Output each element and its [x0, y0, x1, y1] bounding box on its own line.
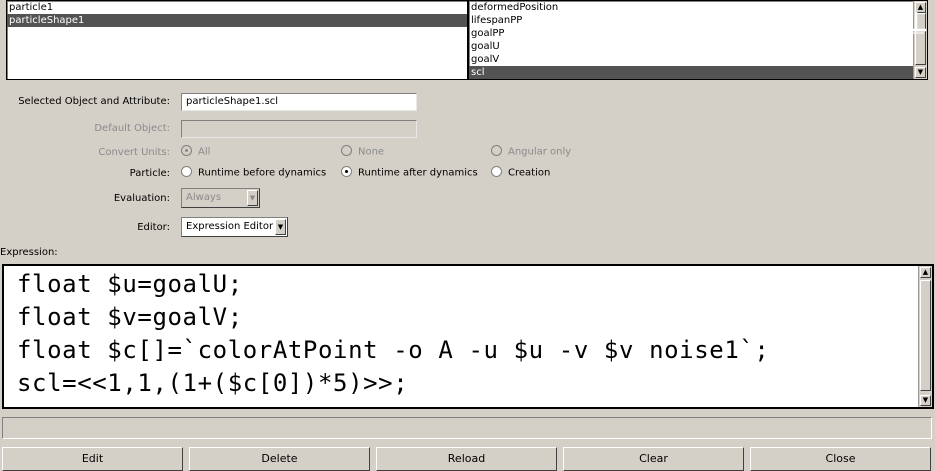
combo-down-arrow-icon: ▼ [247, 190, 258, 206]
evaluation-dropdown: Always ▼ [181, 188, 260, 208]
convert-units-all-label: All [198, 146, 211, 158]
expression-line: float $u=goalU; [17, 270, 243, 298]
expression-line: float $c[]=`colorAtPoint -o A -u $u -v $… [17, 336, 770, 364]
scroll-down-arrow-icon[interactable]: ▼ [920, 395, 931, 406]
radio-dot-icon [341, 166, 352, 177]
editor-label: Editor: [137, 222, 170, 233]
attribute-list-item[interactable]: goalU [469, 40, 927, 53]
attribute-list-item[interactable]: goalV [469, 53, 927, 66]
watermark-logo-icon [821, 9, 926, 34]
convert-units-none-radio: None [341, 145, 385, 159]
convert-units-angular-label: Angular only [508, 146, 572, 158]
close-button[interactable]: Close [750, 447, 931, 471]
radio-dot-icon [491, 145, 502, 156]
particle-runtime-before-label: Runtime before dynamics [198, 167, 327, 179]
delete-button[interactable]: Delete [189, 447, 370, 471]
radio-dot-icon [491, 166, 502, 177]
editor-dropdown[interactable]: Expression Editor ▼ [181, 217, 288, 237]
scroll-thumb[interactable] [920, 280, 931, 391]
scroll-up-arrow-icon[interactable]: ▲ [920, 267, 931, 278]
evaluation-label: Evaluation: [113, 193, 170, 204]
particle-runtime-after-label: Runtime after dynamics [358, 167, 478, 179]
expression-line: float $v=goalV; [17, 303, 243, 331]
expression-scrollbar[interactable]: ▲ ▼ [918, 266, 932, 407]
clear-button[interactable]: Clear [563, 447, 744, 471]
combo-down-arrow-icon[interactable]: ▼ [275, 219, 286, 235]
editor-value: Expression Editor [186, 221, 274, 232]
default-object-field [181, 120, 417, 138]
radio-dot-icon [341, 145, 352, 156]
evaluation-value: Always [186, 192, 222, 203]
edit-button[interactable]: Edit [2, 447, 183, 471]
convert-units-label: Convert Units: [98, 147, 170, 158]
convert-units-all-radio: All [181, 145, 211, 159]
selected-object-attr-field[interactable]: particleShape1.scl [181, 93, 417, 111]
object-list-item-particleshape1[interactable]: particleShape1 [7, 14, 467, 27]
particle-runtime-before-radio[interactable]: Runtime before dynamics [181, 166, 327, 180]
radio-dot-icon [181, 145, 192, 156]
particle-runtime-after-radio[interactable]: Runtime after dynamics [341, 166, 478, 180]
particle-creation-radio[interactable]: Creation [491, 166, 551, 180]
expression-line: scl=<<1,1,(1+($c[0])*5)>>; [17, 369, 409, 397]
expression-label: Expression: [0, 247, 58, 258]
radio-dot-icon [181, 166, 192, 177]
selected-object-attr-label: Selected Object and Attribute: [18, 96, 170, 107]
attribute-list-item-scl[interactable]: scl [469, 66, 913, 79]
object-list-item-particle1[interactable]: particle1 [7, 1, 467, 14]
status-line [2, 417, 932, 439]
scroll-down-arrow-icon[interactable]: ▼ [915, 67, 926, 78]
particle-label: Particle: [129, 168, 170, 179]
reload-button[interactable]: Reload [376, 447, 557, 471]
convert-units-none-label: None [358, 146, 385, 158]
particle-creation-label: Creation [508, 167, 551, 179]
object-list[interactable]: particle1 particleShape1 [6, 0, 468, 80]
default-object-label: Default Object: [94, 123, 170, 134]
convert-units-angular-radio: Angular only [491, 145, 572, 159]
expression-editor[interactable]: float $u=goalU; float $v=goalV; float $c… [2, 264, 934, 409]
